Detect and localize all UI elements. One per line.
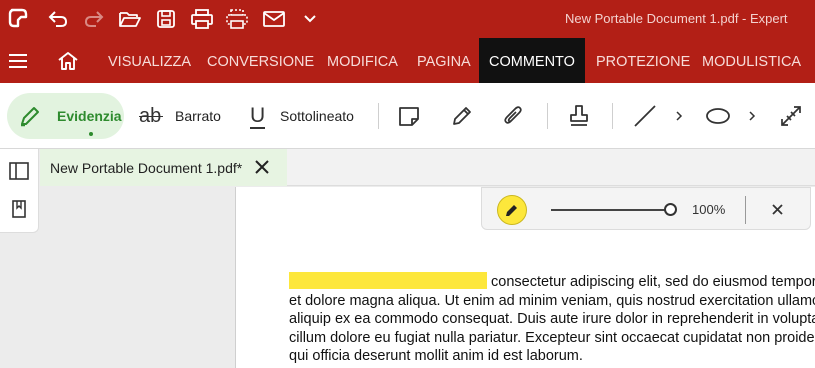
pencil-icon (453, 107, 471, 125)
opacity-value: 100% (692, 202, 726, 217)
paperclip-icon (504, 106, 522, 124)
underline-label: Sottolineato (280, 108, 354, 124)
menu-protezione[interactable]: PROTEZIONE (596, 38, 690, 83)
sticky-note-icon (399, 107, 419, 126)
pencil-button[interactable] (451, 93, 473, 139)
highlighter-icon (506, 205, 517, 216)
measure-icon (781, 106, 801, 126)
underline-glyph: U (250, 104, 266, 127)
print-icon[interactable] (190, 7, 214, 31)
open-folder-icon[interactable] (118, 7, 142, 31)
left-rail (0, 149, 39, 233)
highlight-color-picker[interactable] (497, 195, 527, 225)
strikethrough-icon: ab (139, 105, 165, 128)
stamp-button[interactable] (567, 93, 591, 139)
opacity-slider-thumb[interactable] (664, 203, 677, 216)
chevron-right-icon (676, 111, 683, 121)
close-icon[interactable] (253, 158, 271, 176)
highlight-annotation[interactable] (289, 272, 487, 289)
active-indicator (89, 132, 93, 136)
text-line-2: et dolore magna aliqua. Ut enim ad minim… (289, 292, 815, 309)
app-logo-icon[interactable] (6, 7, 30, 31)
toolbar-divider (547, 103, 548, 129)
panel-toggle-icon[interactable] (9, 161, 29, 181)
close-icon[interactable] (769, 201, 786, 218)
toolbar-divider (378, 103, 379, 129)
panel-divider (745, 196, 746, 224)
email-icon[interactable] (262, 7, 286, 31)
highlight-button[interactable]: Evidenzia (7, 93, 124, 139)
line-icon (634, 105, 656, 127)
highlight-label: Evidenzia (57, 108, 122, 124)
chevron-down-icon[interactable] (298, 7, 322, 31)
menu-visualizza[interactable]: VISUALIZZA (108, 38, 191, 83)
attachment-button[interactable] (502, 93, 524, 139)
menu-modulistica[interactable]: MODULISTICA (702, 38, 801, 83)
hamburger-menu-icon[interactable] (6, 49, 30, 73)
stamp-icon (570, 105, 588, 126)
ellipse-button[interactable] (705, 93, 731, 139)
underline-icon: U (250, 104, 270, 129)
opacity-slider-track[interactable] (551, 209, 667, 211)
save-icon[interactable] (154, 7, 178, 31)
window-title: New Portable Document 1.pdf - Expert (565, 11, 788, 26)
underline-button[interactable]: U Sottolineato (250, 93, 354, 139)
menu-modifica[interactable]: MODIFICA (327, 38, 398, 83)
undo-icon[interactable] (46, 7, 70, 31)
measure-button[interactable] (778, 93, 804, 139)
redo-icon[interactable] (82, 7, 106, 31)
menu-commento[interactable]: COMMENTO (479, 38, 585, 83)
shape-options-button[interactable] (747, 93, 757, 139)
strikethrough-label: Barrato (175, 108, 221, 124)
text-line-1: consectetur adipiscing elit, sed do eius… (491, 274, 815, 290)
text-line-5: qui officia deserunt mollit anim id est … (289, 348, 583, 364)
highlighter-icon (21, 107, 39, 127)
tab-strip (287, 149, 815, 186)
sticky-note-button[interactable] (398, 93, 420, 139)
strikethrough-button[interactable]: ab Barrato (139, 93, 221, 139)
comment-toolbar: Evidenzia ab Barrato U Sottolineato (0, 83, 815, 149)
highlight-properties-panel: 100% (481, 187, 811, 230)
document-tab-label: New Portable Document 1.pdf* (50, 159, 243, 176)
text-line-4: cillum dolore eu fugiat nulla pariatur. … (289, 329, 815, 346)
toolbar-divider (612, 103, 613, 129)
menu-pagina[interactable]: PAGINA (417, 38, 471, 83)
line-options-button[interactable] (674, 93, 684, 139)
ellipse-icon (706, 108, 730, 124)
home-icon[interactable] (56, 49, 80, 73)
bookmark-icon[interactable] (9, 199, 29, 219)
scan-icon[interactable] (225, 7, 249, 31)
menu-conversione[interactable]: CONVERSIONE (207, 38, 314, 83)
title-bar: New Portable Document 1.pdf - Expert (0, 0, 815, 38)
line-button[interactable] (633, 93, 657, 139)
document-tab[interactable]: New Portable Document 1.pdf* (40, 149, 287, 186)
chevron-right-icon (749, 111, 756, 121)
menu-bar: VISUALIZZA CONVERSIONE MODIFICA PAGINA C… (0, 38, 815, 83)
text-line: consectetur adipiscing elit, sed do eius… (289, 272, 815, 292)
document-text: consectetur adipiscing elit, sed do eius… (289, 272, 815, 366)
text-line-3: aliquip ex ea commodo consequat. Duis au… (289, 311, 815, 327)
